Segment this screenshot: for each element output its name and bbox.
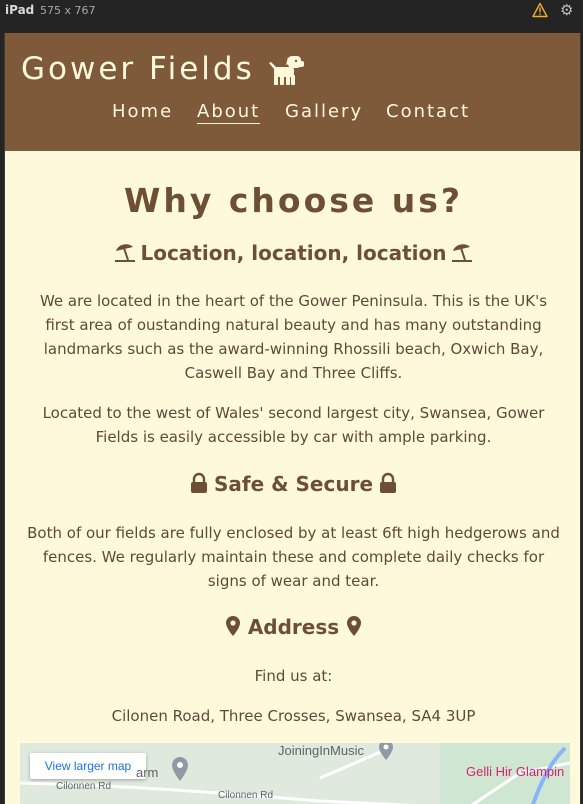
site-header: Gower Fields Home About Gallery Contact (5, 33, 580, 151)
lock-icon (380, 472, 397, 493)
device-name[interactable]: iPad (5, 3, 34, 17)
address-heading-text: Address (247, 615, 340, 639)
location-paragraph-2: Located to the west of Wales' second lar… (42, 404, 545, 446)
safe-paragraph: Both of our fields are fully enclosed by… (27, 524, 560, 590)
devtools-device-toolbar: iPad 575 x 767 ⚙ (0, 0, 583, 24)
map-place-label: arm (136, 765, 159, 780)
location-paragraph-1: We are located in the heart of the Gower… (39, 292, 548, 382)
map-pin-icon (347, 615, 362, 636)
map-pin-icon (225, 615, 240, 636)
map-road-label: Cilonnen Rd (56, 781, 112, 792)
address-heading: Address (5, 615, 580, 641)
device-dimensions: 575 x 767 (40, 4, 96, 17)
umbrella-beach-icon (115, 243, 136, 262)
gear-icon[interactable]: ⚙ (560, 2, 576, 18)
safe-heading: Safe & Secure (5, 472, 580, 498)
dog-icon (269, 56, 304, 85)
map-place-label: Gelli Hir Glampin (466, 764, 565, 779)
location-heading: Location, location, location (5, 241, 580, 267)
view-larger-map-button[interactable]: View larger map (30, 753, 146, 779)
lock-icon (190, 472, 207, 493)
map-road-label: Cilonnen Rd (218, 790, 274, 801)
page-title: Why choose us? (123, 181, 464, 220)
nav-gallery[interactable]: Gallery (285, 101, 363, 122)
safe-heading-text: Safe & Secure (213, 472, 374, 496)
page-viewport: Gower Fields Home About Gallery Contact (4, 33, 581, 804)
map-place-label: JoiningInMusic (278, 743, 364, 758)
find-us-text: Find us at: (254, 667, 333, 685)
nav-about[interactable]: About (197, 101, 261, 124)
site-brand[interactable]: Gower Fields (21, 51, 255, 87)
location-heading-text: Location, location, location (140, 241, 447, 265)
embedded-map[interactable]: View larger map arm JoiningInMusic Gelli… (20, 743, 570, 804)
map-marker-icon[interactable] (377, 743, 395, 761)
address-line: Cilonen Road, Three Crosses, Swansea, SA… (111, 707, 476, 725)
map-marker-icon[interactable] (170, 756, 190, 782)
nav-contact[interactable]: Contact (386, 101, 470, 122)
umbrella-beach-icon (451, 243, 472, 262)
warning-icon[interactable] (532, 2, 548, 18)
nav-home[interactable]: Home (112, 101, 173, 122)
